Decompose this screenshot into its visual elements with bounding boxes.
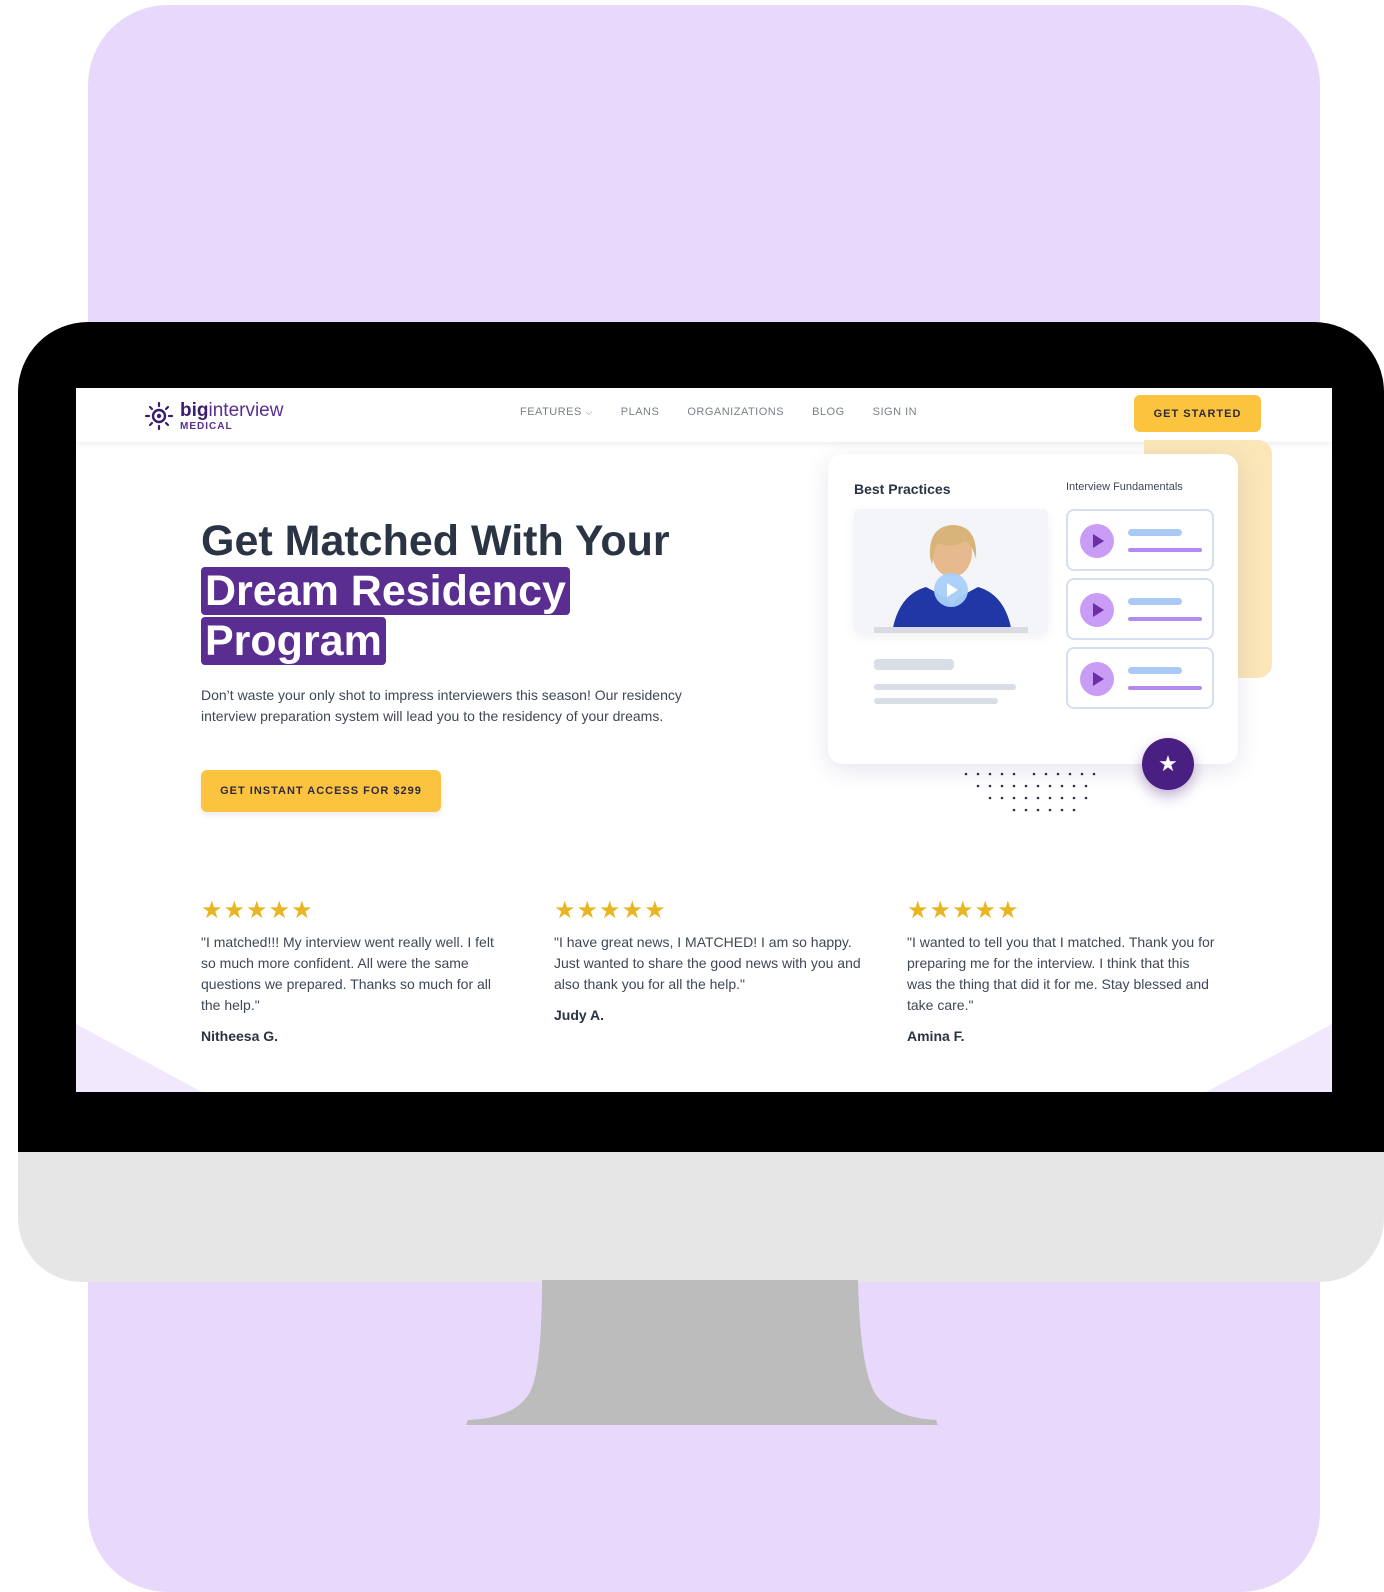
card-title: Best Practices	[854, 481, 951, 497]
lesson-title-placeholder	[1128, 529, 1182, 536]
bottom-left-decoration	[76, 1024, 202, 1092]
play-icon[interactable]	[1080, 593, 1114, 627]
testimonial-card: ★★★★★ "I have great news, I MATCHED! I a…	[554, 897, 864, 1024]
website-screen: biginterview MEDICAL FEATURES ⌵ PLANS OR…	[76, 388, 1332, 1092]
lesson-bar-placeholder	[1128, 548, 1202, 552]
get-started-button[interactable]: GET STARTED	[1134, 395, 1261, 432]
logo-wordmark: biginterview MEDICAL	[180, 401, 283, 432]
testimonial-quote: "I have great news, I MATCHED! I am so h…	[554, 934, 861, 992]
nav-features[interactable]: FEATURES ⌵	[520, 406, 593, 418]
testimonial-card: ★★★★★ "I wanted to tell you that I match…	[907, 897, 1217, 1045]
testimonial-card: ★★★★★ "I matched!!! My interview went re…	[201, 897, 511, 1045]
lesson-title-placeholder	[1128, 667, 1182, 674]
nav-plans[interactable]: PLANS	[621, 406, 660, 418]
illustration-card: Best Practices Interview Fundamentals	[828, 454, 1238, 764]
testimonial-quote: "I wanted to tell you that I matched. Th…	[907, 934, 1215, 1013]
top-navigation: biginterview MEDICAL FEATURES ⌵ PLANS OR…	[76, 388, 1332, 442]
logo-main-text: biginterview	[180, 399, 284, 421]
nav-blog[interactable]: BLOG	[812, 406, 845, 418]
logo-sub-text: MEDICAL	[180, 420, 233, 432]
lesson-bar-placeholder	[1128, 686, 1202, 690]
nav-organizations[interactable]: ORGANIZATIONS	[687, 406, 784, 418]
get-instant-access-button[interactable]: GET INSTANT ACCESS FOR $299	[201, 770, 441, 812]
video-play-icon[interactable]	[934, 573, 968, 607]
star-rating: ★★★★★	[554, 897, 667, 924]
sun-logo-icon	[144, 401, 174, 431]
star-rating: ★★★★★	[907, 897, 1020, 924]
star-icon[interactable]: ★	[1142, 738, 1194, 790]
nav-sign-in[interactable]: SIGN IN	[873, 406, 917, 418]
testimonial-author: Nitheesa G.	[201, 1028, 279, 1044]
testimonial-author: Judy A.	[554, 1007, 605, 1023]
bottom-right-decoration	[1206, 1024, 1332, 1092]
placeholder-line	[874, 684, 1016, 690]
placeholder-line	[874, 659, 954, 670]
hero-title-line1: Get Matched With Your	[201, 517, 670, 565]
lesson-item[interactable]	[1066, 509, 1214, 571]
star-rating: ★★★★★	[201, 897, 314, 924]
play-icon[interactable]	[1080, 662, 1114, 696]
chevron-down-icon: ⌵	[585, 407, 593, 417]
video-thumbnail[interactable]	[854, 509, 1048, 633]
hero-title-highlight-2: Program	[201, 617, 386, 665]
monitor-stand	[466, 1280, 938, 1425]
play-icon[interactable]	[1080, 524, 1114, 558]
hero-title-highlight-1: Dream Residency	[201, 567, 570, 615]
placeholder-line	[874, 698, 998, 704]
hero-title: Get Matched With Your Dream Residency Pr…	[201, 516, 670, 666]
dot-pattern-decoration	[964, 772, 1096, 812]
lesson-item[interactable]	[1066, 647, 1214, 709]
lesson-item[interactable]	[1066, 578, 1214, 640]
hero-description: Don’t waste your only shot to impress in…	[201, 687, 682, 724]
testimonial-quote: "I matched!!! My interview went really w…	[201, 934, 494, 1013]
presenter-image	[854, 509, 1048, 633]
nav-links: FEATURES ⌵ PLANS ORGANIZATIONS BLOG SIGN…	[520, 406, 917, 418]
testimonial-author: Amina F.	[907, 1028, 965, 1044]
biginterview-logo[interactable]: biginterview MEDICAL	[144, 396, 283, 436]
monitor-chin	[18, 1152, 1384, 1282]
lesson-title-placeholder	[1128, 598, 1182, 605]
card-subtitle: Interview Fundamentals	[1066, 481, 1183, 493]
lesson-bar-placeholder	[1128, 617, 1202, 621]
